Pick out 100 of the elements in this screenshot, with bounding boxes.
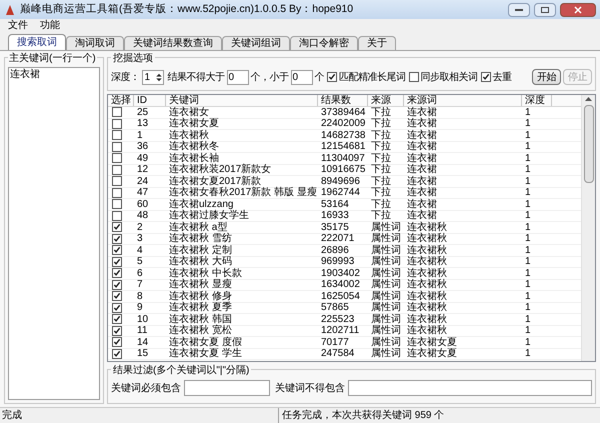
row-checkbox[interactable] (112, 164, 122, 175)
checkbox[interactable] (327, 72, 337, 82)
table-cell-text: 1 (524, 130, 532, 141)
tab[interactable]: 搜索取词 (8, 34, 66, 50)
action-button[interactable]: 开始 (532, 69, 561, 85)
column-header[interactable]: 结果数 (318, 95, 368, 106)
min-field[interactable]: 0 (290, 70, 312, 84)
table-cell-text: 下拉 (370, 176, 392, 187)
column-header[interactable]: 选择 (108, 95, 134, 106)
tab[interactable]: 关键词组词 (222, 36, 290, 50)
table-cell-text: 下拉 (370, 118, 392, 130)
table-cell-text: 连衣裙长袖 (168, 152, 220, 164)
table-cell-text: 连衣裙女春秋2017新款 韩版 显瘦 (168, 187, 318, 198)
row-checkbox[interactable] (112, 130, 122, 140)
checkbox-label: 同步取相关词 (420, 70, 478, 84)
table-cell-text: 连衣裙 (406, 130, 438, 141)
table-cell-text: 2 (136, 222, 144, 233)
group-title: 结果过滤(多个关键词以"|"分隔) (111, 363, 252, 378)
table-cell-text: 连衣裙秋 (406, 222, 448, 233)
menu-item[interactable]: 功能 (40, 18, 60, 33)
table-cell-text: 4 (136, 244, 144, 256)
table-cell-text: 连衣裙秋 韩国 (168, 314, 233, 325)
table-cell-text: 11304097 (320, 152, 366, 164)
table-cell-text: 16933 (320, 210, 350, 222)
row-checkbox[interactable] (112, 348, 122, 359)
table-cell-text: 连衣裙女夏 度假 (168, 336, 243, 348)
close-icon (574, 6, 582, 14)
depth-spinner[interactable]: 1 (142, 70, 164, 84)
menu-item[interactable]: 文件 (8, 18, 28, 33)
row-checkbox[interactable] (112, 222, 122, 232)
row-checkbox[interactable] (112, 314, 122, 324)
include-field[interactable] (184, 380, 270, 396)
table-cell-text: 1625054 (320, 290, 361, 302)
table-cell-text: 53164 (320, 198, 350, 210)
max-field[interactable]: 0 (226, 70, 248, 84)
table-cell-text: 11 (136, 325, 148, 336)
tab[interactable]: 关于 (358, 36, 396, 50)
status-text: 完成 (1, 408, 23, 423)
table-cell-text: 连衣裙秋 (406, 268, 448, 279)
table-cell-text: 48 (136, 210, 150, 222)
table-cell-text: 1 (524, 244, 532, 256)
tab[interactable]: 淘词取词 (66, 36, 124, 50)
row-checkbox[interactable] (112, 118, 122, 129)
exclude-field[interactable] (348, 380, 592, 396)
row-checkbox[interactable] (112, 188, 122, 198)
row-checkbox[interactable] (112, 326, 122, 336)
table-cell-text: 5 (136, 256, 144, 268)
table-cell-text: 14682738 (320, 130, 366, 141)
row-checkbox[interactable] (112, 210, 122, 221)
row-checkbox[interactable] (112, 245, 122, 256)
tab[interactable]: 淘口令解密 (290, 36, 358, 50)
table-cell-text: 连衣裙秋 (406, 279, 448, 290)
row-checkbox[interactable] (112, 176, 122, 186)
maximize-button[interactable] (534, 2, 556, 16)
row-checkbox[interactable] (112, 107, 122, 118)
row-checkbox[interactable] (112, 142, 122, 152)
table-cell-text: 连衣裙 (406, 210, 438, 222)
table-cell-text: 1 (524, 222, 532, 233)
row-checkbox[interactable] (112, 256, 122, 267)
table-cell-text: 1962744 (320, 187, 361, 198)
checkbox[interactable] (408, 72, 418, 82)
table-cell-text: 属性词 (370, 222, 402, 233)
table-cell-text: 1 (136, 130, 144, 141)
column-header[interactable]: 来源词 (404, 95, 522, 106)
table-cell-text: 1202711 (320, 325, 360, 336)
row-checkbox[interactable] (112, 337, 122, 348)
table-cell-text: 57865 (320, 302, 350, 314)
table-cell-text: 连衣裙女夏 学生 (168, 348, 243, 360)
row-checkbox[interactable] (112, 199, 122, 210)
depth-label: 深度： (111, 70, 140, 84)
minimize-button[interactable] (508, 2, 530, 16)
main-keyword-field[interactable]: 连衣裙 (8, 67, 100, 400)
row-checkbox[interactable] (112, 268, 122, 278)
table-cell-text: 连衣裙女夏2017新款 (168, 176, 262, 187)
row-checkbox[interactable] (112, 153, 122, 164)
table-cell-text: 连衣裙秋 (406, 256, 448, 268)
table-cell-text: 10916675 (320, 164, 366, 176)
table-cell-text: 连衣裙秋装2017新款女 (168, 164, 272, 176)
table-cell-text: 8 (136, 290, 144, 302)
table-cell-text: 连衣裙秋 (406, 233, 448, 244)
table-cell-text: 969993 (320, 256, 356, 268)
column-header[interactable]: 来源 (368, 95, 404, 106)
table-cell-text: 1 (524, 279, 532, 290)
scrollbar-thumb[interactable] (584, 105, 594, 183)
close-button[interactable] (560, 2, 596, 16)
column-header[interactable]: ID (134, 95, 166, 106)
scroll-up-icon[interactable] (585, 97, 592, 101)
table-cell-text: 1903402 (320, 268, 361, 279)
table-cell-text: 属性词 (370, 279, 402, 290)
app-icon (4, 4, 16, 16)
tab[interactable]: 关键词结果数查询 (124, 36, 222, 50)
max-unit: 个，小于 (250, 70, 288, 84)
row-checkbox[interactable] (112, 291, 122, 302)
row-checkbox[interactable] (112, 234, 122, 244)
row-checkbox[interactable] (112, 280, 122, 290)
table-cell-text: 下拉 (370, 187, 392, 198)
row-checkbox[interactable] (112, 302, 122, 313)
table-cell-text: 25 (136, 106, 150, 118)
checkbox[interactable] (480, 72, 490, 82)
table-cell-text: 7 (136, 279, 144, 290)
